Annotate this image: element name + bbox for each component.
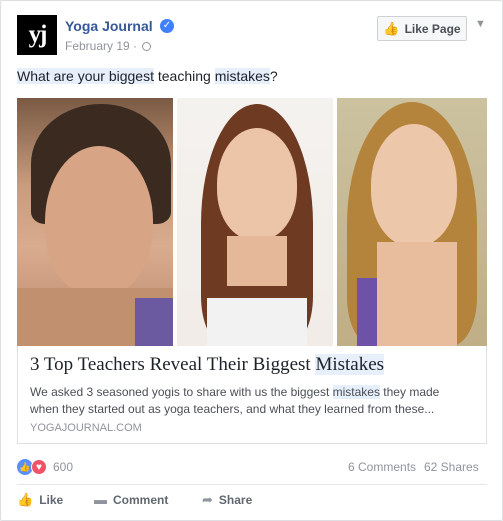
post-card: yj Yoga Journal ✓ February 19 · 👍 Like P… bbox=[0, 0, 503, 521]
link-domain: YOGAJOURNAL.COM bbox=[30, 422, 142, 434]
comment-bubble-icon: ▬ bbox=[94, 492, 107, 507]
divider bbox=[17, 484, 487, 485]
meta-separator: · bbox=[133, 39, 138, 53]
heart-icon: ♥ bbox=[31, 459, 47, 475]
post-text-plain-1: teaching bbox=[153, 68, 215, 84]
post-meta: February 19 · bbox=[65, 39, 152, 53]
post-text-highlight-1: What are your biggest bbox=[17, 68, 154, 84]
chevron-down-icon[interactable]: ▼ bbox=[475, 18, 486, 30]
teacher-photo-3[interactable] bbox=[337, 98, 487, 346]
page-avatar[interactable]: yj bbox=[17, 15, 57, 55]
share-arrow-icon: ➦ bbox=[202, 492, 213, 507]
like-button[interactable]: 👍 Like bbox=[17, 492, 63, 508]
verified-badge-icon: ✓ bbox=[160, 19, 174, 33]
comments-count-link[interactable]: 6 Comments bbox=[348, 460, 416, 474]
thumbs-up-icon: 👍 bbox=[383, 20, 400, 36]
globe-icon bbox=[142, 42, 152, 51]
thumbs-up-icon: 👍 bbox=[17, 492, 34, 507]
like-page-label: Like Page bbox=[404, 21, 461, 36]
avatar-logo-text: yj bbox=[28, 21, 48, 48]
teacher-photo-1[interactable] bbox=[17, 98, 173, 346]
post-date[interactable]: February 19 bbox=[65, 39, 130, 53]
like-page-button[interactable]: 👍 Like Page bbox=[377, 16, 467, 41]
post-text: What are your biggest teaching mistakes? bbox=[17, 68, 278, 84]
share-button[interactable]: ➦ Share bbox=[202, 492, 252, 508]
link-title-highlight: Mistakes bbox=[315, 354, 385, 375]
link-desc-before: We asked 3 seasoned yogis to share with … bbox=[30, 385, 333, 399]
link-desc-highlight: mistakes bbox=[332, 385, 380, 399]
page-name-link[interactable]: Yoga Journal bbox=[65, 18, 153, 34]
post-text-highlight-2: mistakes bbox=[214, 68, 270, 84]
link-title-main: 3 Top Teachers Reveal Their Biggest bbox=[30, 354, 316, 375]
reactions-summary[interactable]: 👍 ♥ 600 bbox=[17, 458, 73, 476]
link-images[interactable] bbox=[17, 98, 487, 346]
reactions-count: 600 bbox=[53, 460, 74, 474]
shares-count-link[interactable]: 62 Shares bbox=[424, 460, 479, 474]
link-preview[interactable]: 3 Top Teachers Reveal Their Biggest Mist… bbox=[17, 346, 487, 444]
comment-label: Comment bbox=[113, 492, 169, 507]
link-title[interactable]: 3 Top Teachers Reveal Their Biggest Mist… bbox=[30, 354, 385, 376]
like-label: Like bbox=[39, 493, 64, 507]
share-label: Share bbox=[218, 493, 253, 507]
link-description: We asked 3 seasoned yogis to share with … bbox=[30, 384, 470, 418]
teacher-photo-2[interactable] bbox=[177, 98, 333, 346]
comment-button[interactable]: ▬ Comment bbox=[94, 492, 168, 507]
post-text-plain-2: ? bbox=[269, 68, 278, 84]
